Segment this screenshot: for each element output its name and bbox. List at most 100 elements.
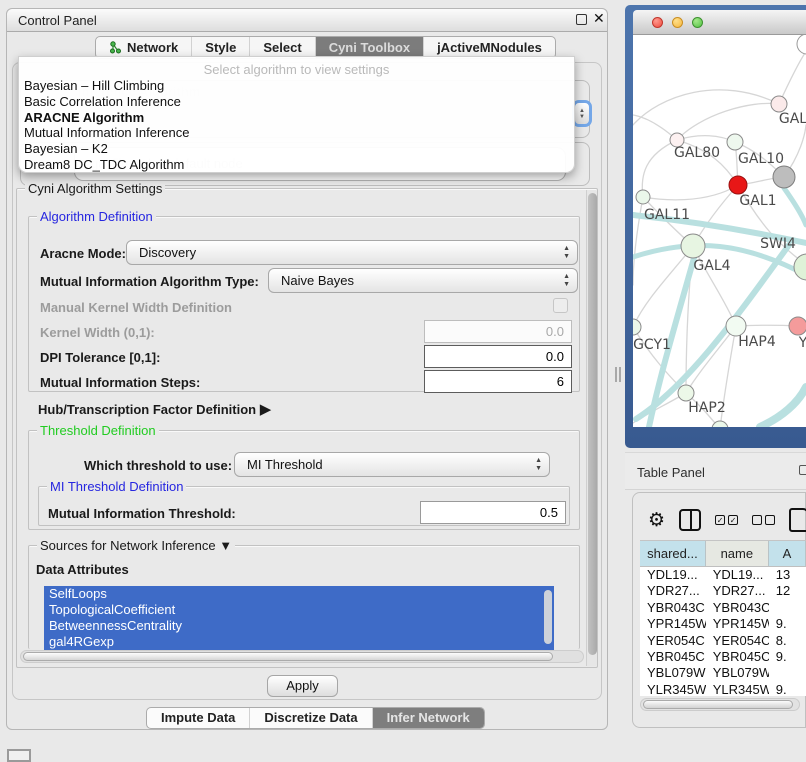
node-label-gal80: GAL80 <box>674 145 720 161</box>
network-edge <box>779 50 806 104</box>
hub-definition-toggle[interactable]: Hub/Transcription Factor Definition ▶ <box>38 400 271 418</box>
tab-label: Style <box>205 40 236 55</box>
network-node-gal4[interactable] <box>681 234 705 258</box>
data-attributes-list[interactable]: SelfLoopsTopologicalCoefficientBetweenne… <box>44 586 554 650</box>
panel-divider-grip[interactable] <box>614 367 622 382</box>
table-cell: YPR145W <box>640 616 706 632</box>
network-window-titlebar[interactable] <box>633 10 806 35</box>
aracne-mode-select[interactable]: Discovery ▲▼ <box>126 240 578 265</box>
new-table-icon[interactable] <box>789 508 806 532</box>
algorithm-option[interactable]: Basic Correlation Inference <box>19 94 574 110</box>
network-node-gal[interactable] <box>771 96 787 112</box>
mi-threshold-field[interactable]: 0.5 <box>420 501 566 524</box>
mi-algorithm-type-select[interactable]: Naive Bayes ▲▼ <box>268 268 578 293</box>
node-label-swi4: SWI4 <box>760 236 796 252</box>
which-threshold-select[interactable]: MI Threshold ▲▼ <box>234 452 550 477</box>
gear-icon[interactable]: ⚙ <box>648 509 665 532</box>
node-label-gal10: GAL10 <box>738 151 784 167</box>
network-node-gcy1[interactable] <box>633 319 641 335</box>
network-node-gal11[interactable] <box>636 190 650 204</box>
settings-vscrollbar-thumb[interactable] <box>588 193 597 655</box>
network-node-swi4[interactable] <box>794 254 806 280</box>
network-node[interactable] <box>773 166 795 188</box>
bottom-tab-discretize-data[interactable]: Discretize Data <box>250 708 372 728</box>
network-node-y[interactable] <box>789 317 806 335</box>
attribute-item[interactable]: TopologicalCoefficient <box>44 602 554 618</box>
table-row[interactable]: YPR145WYPR145W9. <box>640 616 806 632</box>
table-cell: YDL19... <box>640 567 706 583</box>
table-cell: YBR043C <box>640 600 706 616</box>
algorithm-option[interactable]: Bayesian – Hill Climbing <box>19 78 574 94</box>
dpi-tolerance-field[interactable]: 0.0 <box>424 345 572 368</box>
settings-hscrollbar-thumb[interactable] <box>23 652 553 661</box>
kernel-width-field: 0.0 <box>424 320 572 343</box>
algorithm-option[interactable]: ARACNE Algorithm <box>19 110 574 126</box>
table-header-row: shared...nameA <box>640 541 806 567</box>
attribute-item[interactable]: SelfLoops <box>44 586 554 602</box>
network-node-hap4[interactable] <box>726 316 746 336</box>
control-panel-titlebar <box>7 9 607 32</box>
bottom-tab-impute-data[interactable]: Impute Data <box>147 708 250 728</box>
zoom-traffic-light[interactable] <box>692 17 703 28</box>
network-node-gal1[interactable] <box>729 176 747 194</box>
table-row[interactable]: YBL079WYBL079W <box>640 665 806 681</box>
table-cell: YER054C <box>640 633 706 649</box>
tab-jactivemnodules[interactable]: jActiveMNodules <box>424 37 555 58</box>
table-cell: YLR345W <box>706 682 769 696</box>
settings-vertical-scrollbar[interactable] <box>586 190 597 666</box>
collapse-down-icon[interactable]: ▼ <box>219 538 232 553</box>
attribute-item[interactable]: gal4RGexp <box>44 634 554 650</box>
columns-icon[interactable] <box>679 509 701 531</box>
column-header-name[interactable]: name <box>706 541 769 566</box>
deselect-all-columns-icon[interactable] <box>752 515 775 525</box>
tab-label: Network <box>127 40 178 55</box>
network-edge <box>643 185 738 200</box>
close-panel-icon[interactable]: ✕ <box>593 10 605 27</box>
tab-select[interactable]: Select <box>250 37 315 58</box>
algorithm-option[interactable]: Bayesian – K2 <box>19 141 574 157</box>
tab-network[interactable]: Network <box>96 37 192 58</box>
algorithm-option[interactable]: Mutual Information Inference <box>19 125 574 141</box>
settings-group-title: Cyni Algorithm Settings <box>25 181 165 196</box>
mi-steps-field[interactable]: 6 <box>424 370 572 393</box>
table-horizontal-scrollbar[interactable] <box>640 698 800 711</box>
table-hscrollbar-thumb[interactable] <box>643 700 793 709</box>
network-node-gal10[interactable] <box>727 134 743 150</box>
tab-style[interactable]: Style <box>192 37 250 58</box>
mi-algorithm-type-label: Mutual Information Algorithm Type: <box>40 274 259 289</box>
select-all-columns-icon[interactable]: ✓✓ <box>715 515 738 525</box>
attributes-list-scrollbar[interactable] <box>544 590 552 644</box>
table-cell: 9. <box>769 682 806 696</box>
table-cell: YPR145W <box>706 616 769 632</box>
collapsed-panel-button[interactable] <box>7 749 31 762</box>
close-traffic-light[interactable] <box>652 17 663 28</box>
apply-button[interactable]: Apply <box>267 675 338 697</box>
float-panel-icon[interactable] <box>576 14 587 25</box>
network-node[interactable] <box>797 35 806 54</box>
column-header-shared[interactable]: shared... <box>640 541 706 566</box>
tab-cyni-toolbox[interactable]: Cyni Toolbox <box>316 37 424 58</box>
algorithm-option[interactable]: Dream8 DC_TDC Algorithm <box>19 157 574 173</box>
kernel-width-label: Kernel Width (0,1): <box>40 325 155 340</box>
tab-label: jActiveMNodules <box>437 40 542 55</box>
table-cell: YDL19... <box>706 567 769 583</box>
table-row[interactable]: YBR045CYBR045C9. <box>640 649 806 665</box>
table-row[interactable]: YLR345WYLR345W9. <box>640 682 806 696</box>
settings-horizontal-scrollbar[interactable] <box>20 650 584 663</box>
network-graph: GALGAL80GAL10GAL1GAL11SWI4GAL4GCY1HAP4YH… <box>633 35 806 427</box>
node-label-gcy1: GCY1 <box>633 337 671 353</box>
minimize-traffic-light[interactable] <box>672 17 683 28</box>
network-node-hap2[interactable] <box>678 385 694 401</box>
network-canvas[interactable]: GALGAL80GAL10GAL1GAL11SWI4GAL4GCY1HAP4YH… <box>633 35 806 427</box>
table-row[interactable]: YDR27...YDR27...12 <box>640 583 806 599</box>
table-row[interactable]: YER054CYER054C8. <box>640 633 806 649</box>
table-row[interactable]: YBR043CYBR043C <box>640 600 806 616</box>
attribute-item[interactable]: BetweennessCentrality <box>44 618 554 634</box>
which-threshold-value: MI Threshold <box>247 457 323 472</box>
table-panel-float-icon[interactable] <box>799 465 806 475</box>
focused-spinner-control[interactable]: ▲▼ <box>572 100 592 127</box>
bottom-tab-infer-network[interactable]: Infer Network <box>373 708 484 728</box>
column-header-A[interactable]: A <box>769 541 806 566</box>
table-cell: YDR27... <box>706 583 769 599</box>
table-row[interactable]: YDL19...YDL19...13 <box>640 567 806 583</box>
